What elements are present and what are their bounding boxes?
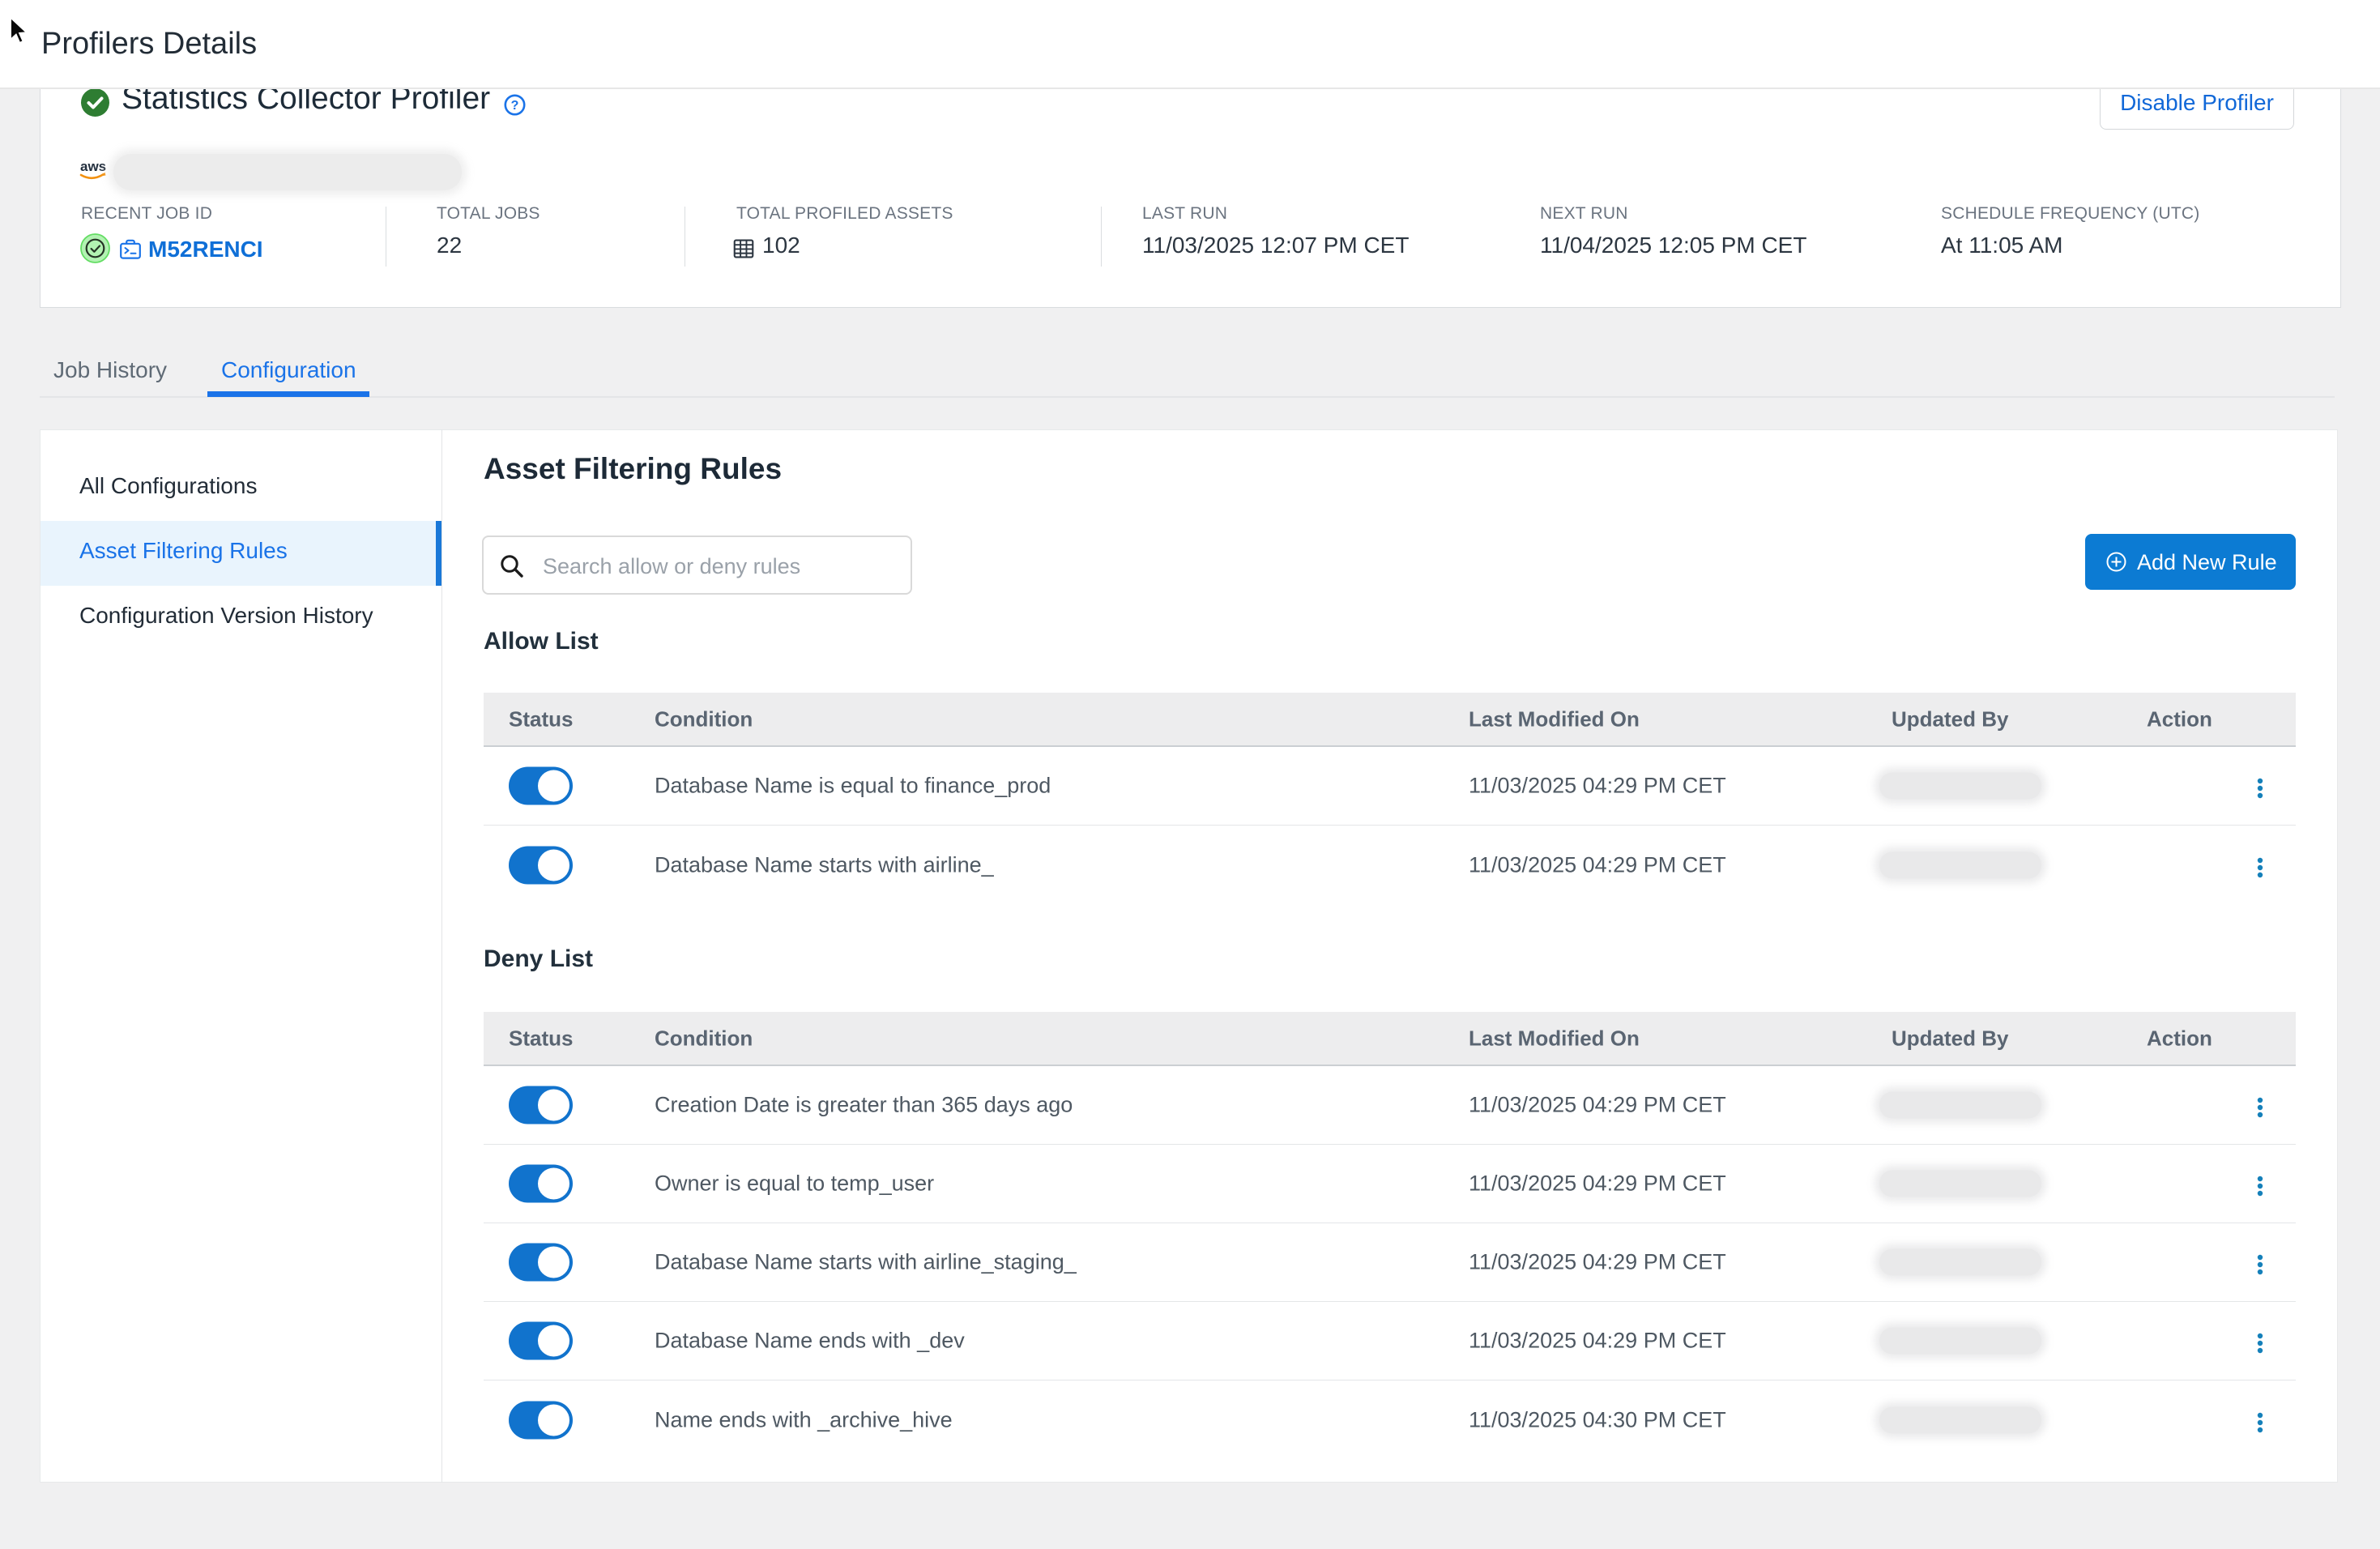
svg-text:?: ?: [511, 99, 519, 113]
svg-text:aws: aws: [80, 159, 106, 174]
